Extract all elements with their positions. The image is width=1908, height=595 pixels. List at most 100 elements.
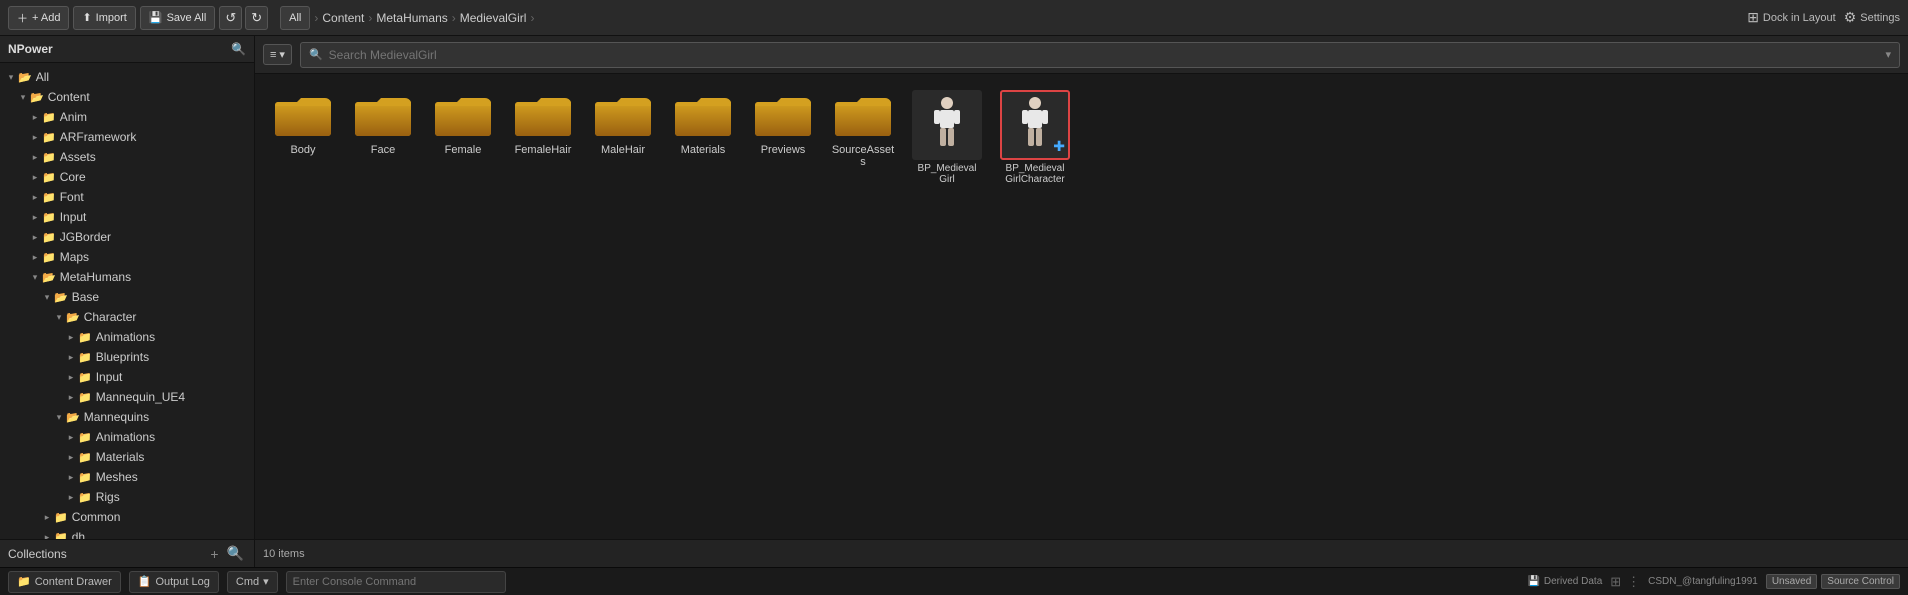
status-icon-1[interactable]: ⊞ [1610,574,1621,590]
main-layout: NPower 🔍 ▾ 📂 All ▾ 📂 Content ▸ 📁 Anim ▸ … [0,36,1908,567]
tree-arrow: ▸ [28,132,42,143]
source-control-button[interactable]: Source Control [1821,574,1900,589]
cmd-tab[interactable]: Cmd ▾ [227,571,278,593]
sidebar-item-animations[interactable]: ▸ 📁 Animations [0,327,254,347]
tree-label: ARFramework [60,130,137,144]
sidebar-item-all[interactable]: ▾ 📂 All [0,67,254,87]
search-input[interactable] [329,48,1886,62]
sidebar-item-man_animations[interactable]: ▸ 📁 Animations [0,427,254,447]
save-all-button[interactable]: 💾 Save All [140,6,215,30]
folder-icon: 📁 [78,431,92,444]
folder-icon: 📁 [54,531,68,540]
content-drawer-tab[interactable]: 📁 Content Drawer [8,571,121,593]
folder-item-sourceassets[interactable]: SourceAssets [827,86,899,189]
filter-button[interactable]: ≡ ▾ [263,44,292,65]
sidebar-item-maps[interactable]: ▸ 📁 Maps [0,247,254,267]
sidebar-item-blueprints[interactable]: ▸ 📁 Blueprints [0,347,254,367]
sidebar-item-core[interactable]: ▸ 📁 Core [0,167,254,187]
tree-arrow: ▾ [28,272,42,283]
folder-icon: 📁 [78,351,92,364]
collections-search-button[interactable]: 🔍 [225,545,246,562]
add-icon: ＋ [17,10,28,26]
folder-svg [275,94,331,138]
sidebar-search-icon[interactable]: 🔍 [231,42,246,56]
output-log-tab[interactable]: 📋 Output Log [129,571,219,593]
import-button[interactable]: ⬆ Import [73,6,135,30]
sidebar-item-character[interactable]: ▾ 📂 Character [0,307,254,327]
folder-thumb [751,90,815,142]
sidebar-item-base[interactable]: ▾ 📂 Base [0,287,254,307]
sidebar-item-materials[interactable]: ▸ 📁 Materials [0,447,254,467]
search-dropdown-icon[interactable]: ▾ [1885,48,1891,61]
tree-arrow: ▾ [16,92,30,103]
sidebar-item-mannequins[interactable]: ▾ 📂 Mannequins [0,407,254,427]
asset-overlay-icon: ✚ [1053,138,1065,155]
sidebar-item-dh[interactable]: ▸ 📁 dh [0,527,254,539]
collections-add-button[interactable]: + [208,545,220,562]
tree-label: Character [84,310,137,324]
tree-arrow: ▸ [28,252,42,263]
asset-item-bp_medieval_girl[interactable]: BP_Medieval Girl [907,86,987,189]
breadcrumb-medievalgirl[interactable]: MedievalGirl [460,11,527,25]
sidebar-item-input[interactable]: ▸ 📁 Input [0,207,254,227]
folder-item-materials[interactable]: Materials [667,86,739,189]
add-button[interactable]: ＋ + Add [8,6,69,30]
source-unsaved-button[interactable]: Unsaved [1766,574,1817,589]
folder-item-face[interactable]: Face [347,86,419,189]
tree-arrow: ▸ [64,432,78,443]
tree-arrow: ▸ [64,452,78,463]
folder-svg [835,94,891,138]
asset-item-bp_medieval_girl_character[interactable]: ✚ BP_Medieval GirlCharacter [995,86,1075,189]
folder-icon: 📁 [78,331,92,344]
collections-label[interactable]: Collections [8,547,67,561]
console-input[interactable] [287,576,505,588]
folder-icon: 📁 [42,231,56,244]
save-icon: 💾 [149,11,163,24]
sidebar-item-input2[interactable]: ▸ 📁 Input [0,367,254,387]
folder-item-female[interactable]: Female [427,86,499,189]
status-icon-2[interactable]: ⋮ [1627,574,1640,590]
item-count: 10 items [263,548,1900,560]
breadcrumb-metahumans[interactable]: MetaHumans [376,11,447,25]
all-breadcrumb[interactable]: All [280,6,310,30]
tree-label: Blueprints [96,350,149,364]
sidebar-item-common[interactable]: ▸ 📁 Common [0,507,254,527]
folder-item-body[interactable]: Body [267,86,339,189]
folder-icon: 📁 [42,171,56,184]
folder-svg [755,94,811,138]
sidebar-item-meshes[interactable]: ▸ 📁 Meshes [0,467,254,487]
folder-icon: 📁 [78,391,92,404]
folder-item-malehair[interactable]: MaleHair [587,86,659,189]
import-icon: ⬆ [82,11,91,24]
tree-arrow: ▸ [28,172,42,183]
redo-button[interactable]: ↻ [245,6,268,30]
sidebar-item-jgborder[interactable]: ▸ 📁 JGBorder [0,227,254,247]
breadcrumb-content[interactable]: Content [322,11,364,25]
folder-item-femalehair[interactable]: FemaleHair [507,86,579,189]
sidebar-item-assets[interactable]: ▸ 📁 Assets [0,147,254,167]
settings-button[interactable]: ⚙ Settings [1844,9,1900,26]
sidebar-item-font[interactable]: ▸ 📁 Font [0,187,254,207]
toolbar-right: ⊞ Dock in Layout ⚙ Settings [1747,9,1900,26]
output-log-label: Output Log [155,576,209,588]
dock-layout-button[interactable]: ⊞ Dock in Layout [1747,9,1836,26]
tree-label: Input [60,210,87,224]
derived-data[interactable]: 💾 Derived Data [1527,576,1602,587]
sidebar-item-metahumans[interactable]: ▾ 📂 MetaHumans [0,267,254,287]
sidebar-item-arframework[interactable]: ▸ 📁 ARFramework [0,127,254,147]
folder-name: Body [290,144,315,156]
character-svg [927,95,967,155]
tree-label: Meshes [96,470,138,484]
tree-label: Maps [60,250,89,264]
sidebar-item-mannequin_ue4[interactable]: ▸ 📁 Mannequin_UE4 [0,387,254,407]
sidebar-item-rigs[interactable]: ▸ 📁 Rigs [0,487,254,507]
sidebar-tree[interactable]: ▾ 📂 All ▾ 📂 Content ▸ 📁 Anim ▸ 📁 ARFrame… [0,63,254,539]
sidebar-item-anim[interactable]: ▸ 📁 Anim [0,107,254,127]
folder-icon: 📁 [78,471,92,484]
bottom-bar: 10 items [255,539,1908,567]
folder-item-previews[interactable]: Previews [747,86,819,189]
undo-button[interactable]: ↺ [219,6,242,30]
tree-arrow: ▸ [28,212,42,223]
tree-label: Anim [60,110,87,124]
sidebar-item-content[interactable]: ▾ 📂 Content [0,87,254,107]
